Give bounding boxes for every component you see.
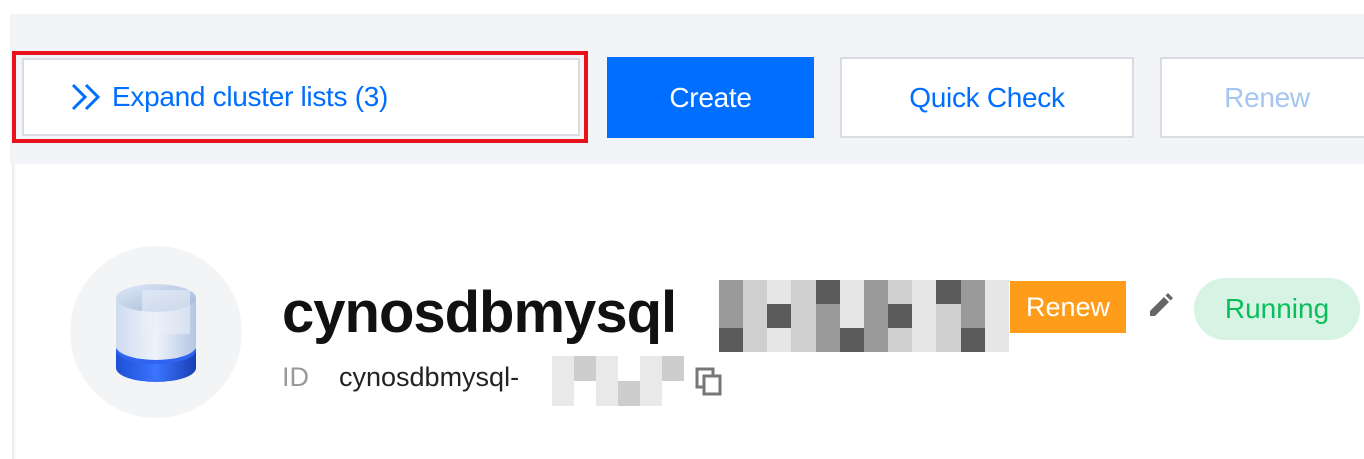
redacted-name-suffix	[719, 280, 1009, 352]
database-icon	[116, 284, 196, 382]
cluster-id: cynosdbmysql-	[339, 362, 520, 392]
renew-badge[interactable]: Renew	[1010, 281, 1126, 333]
card-edge	[12, 164, 16, 459]
highlight-box	[12, 51, 588, 143]
redacted-id-suffix	[552, 356, 684, 406]
cluster-name: cynosdbmysql	[282, 280, 677, 345]
id-label: ID	[282, 362, 309, 392]
quick-check-button[interactable]: Quick Check	[840, 57, 1134, 138]
avatar	[70, 246, 242, 418]
renew-button[interactable]: Renew	[1160, 57, 1364, 138]
create-button[interactable]: Create	[607, 57, 814, 138]
copy-icon[interactable]	[694, 366, 724, 396]
status-badge: Running	[1194, 278, 1360, 340]
edit-icon[interactable]	[1146, 292, 1174, 320]
